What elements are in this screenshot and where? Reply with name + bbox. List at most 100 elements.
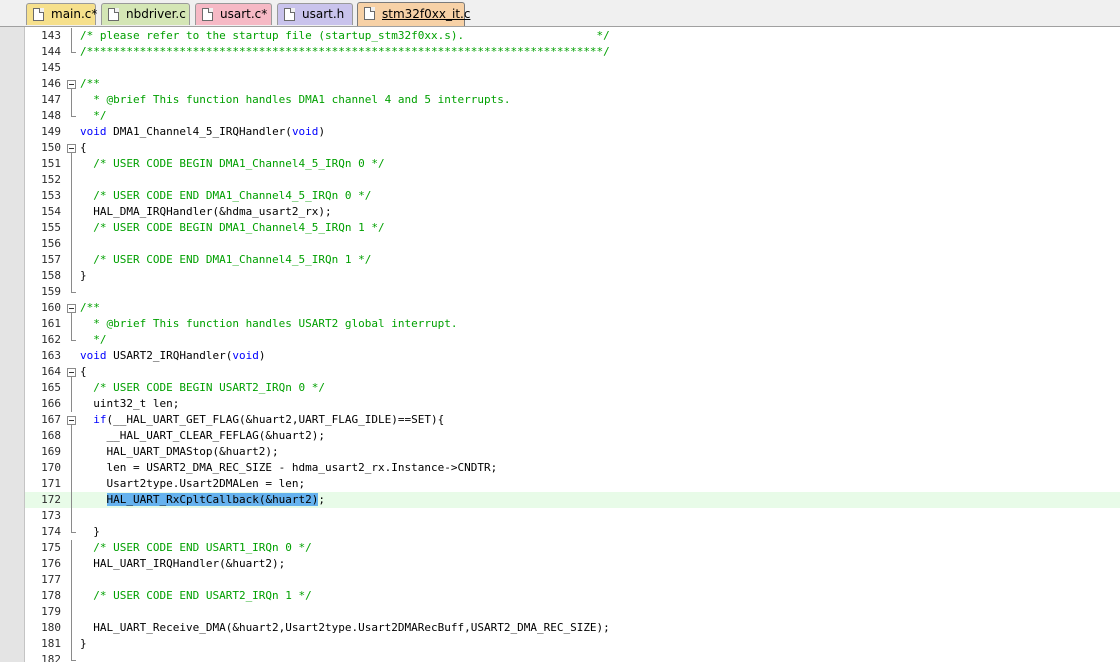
line-number: 167 bbox=[41, 413, 61, 426]
code-line[interactable]: 144 /************************************… bbox=[25, 44, 1120, 60]
fold-collapse-icon[interactable] bbox=[66, 76, 78, 92]
code-text[interactable]: HAL_UART_IRQHandler(&huart2); bbox=[80, 556, 285, 572]
code-text[interactable]: /***************************************… bbox=[80, 44, 610, 60]
code-text[interactable]: } bbox=[80, 636, 87, 652]
code-line[interactable]: 170 len = USART2_DMA_REC_SIZE - hdma_usa… bbox=[25, 460, 1120, 476]
code-line[interactable]: 166 uint32_t len; bbox=[25, 396, 1120, 412]
tab-main-c[interactable]: main.c* bbox=[26, 3, 97, 25]
code-text[interactable]: { bbox=[80, 364, 87, 380]
code-text[interactable]: /* USER CODE BEGIN DMA1_Channel4_5_IRQn … bbox=[80, 220, 384, 236]
code-area[interactable]: 143 /* please refer to the startup file (… bbox=[25, 27, 1120, 662]
code-line[interactable]: 167 if(__HAL_UART_GET_FLAG(&huart2,UART_… bbox=[25, 412, 1120, 428]
code-line[interactable]: 158} bbox=[25, 268, 1120, 284]
code-text[interactable]: /* USER CODE BEGIN USART2_IRQn 0 */ bbox=[80, 380, 325, 396]
code-text[interactable]: /* please refer to the startup file (sta… bbox=[80, 28, 610, 44]
code-line[interactable]: 156 bbox=[25, 236, 1120, 252]
code-text[interactable]: uint32_t len; bbox=[80, 396, 179, 412]
code-line[interactable]: 155 /* USER CODE BEGIN DMA1_Channel4_5_I… bbox=[25, 220, 1120, 236]
code-text[interactable]: void DMA1_Channel4_5_IRQHandler(void) bbox=[80, 124, 325, 140]
code-text[interactable]: Usart2type.Usart2DMALen = len; bbox=[80, 476, 305, 492]
code-line[interactable]: 153 /* USER CODE END DMA1_Channel4_5_IRQ… bbox=[25, 188, 1120, 204]
code-line[interactable]: 157 /* USER CODE END DMA1_Channel4_5_IRQ… bbox=[25, 252, 1120, 268]
tab-stm32f0xx-it-c[interactable]: stm32f0xx_it.c bbox=[357, 2, 470, 26]
code-token: } bbox=[80, 637, 87, 650]
tab-nbdriver-c[interactable]: nbdriver.c bbox=[101, 3, 190, 25]
code-text[interactable]: /** bbox=[80, 76, 100, 92]
code-line[interactable]: 160 /** bbox=[25, 300, 1120, 316]
code-text[interactable]: * @brief This function handles USART2 gl… bbox=[80, 316, 457, 332]
code-line[interactable]: 165 /* USER CODE BEGIN USART2_IRQn 0 */ bbox=[25, 380, 1120, 396]
code-line[interactable]: 154 HAL_DMA_IRQHandler(&hdma_usart2_rx); bbox=[25, 204, 1120, 220]
code-line[interactable]: 171 Usart2type.Usart2DMALen = len; bbox=[25, 476, 1120, 492]
code-line[interactable]: 178 /* USER CODE END USART2_IRQn 1 */ bbox=[25, 588, 1120, 604]
code-text[interactable]: /* USER CODE END DMA1_Channel4_5_IRQn 0 … bbox=[80, 188, 371, 204]
fold-line-marker bbox=[66, 460, 78, 476]
code-token: { bbox=[80, 365, 87, 378]
code-line[interactable]: 174 } bbox=[25, 524, 1120, 540]
code-line[interactable]: 182 bbox=[25, 652, 1120, 662]
code-line[interactable]: 173 bbox=[25, 508, 1120, 524]
code-token: HAL_DMA_IRQHandler(&hdma_usart2_rx); bbox=[80, 205, 332, 218]
code-text[interactable]: */ bbox=[80, 108, 106, 124]
code-line[interactable]: 164 { bbox=[25, 364, 1120, 380]
code-line[interactable]: 149 void DMA1_Channel4_5_IRQHandler(void) bbox=[25, 124, 1120, 140]
code-line[interactable]: 175 /* USER CODE END USART1_IRQn 0 */ bbox=[25, 540, 1120, 556]
fold-line-marker bbox=[66, 316, 78, 332]
code-line[interactable]: 151 /* USER CODE BEGIN DMA1_Channel4_5_I… bbox=[25, 156, 1120, 172]
code-line[interactable]: 176 HAL_UART_IRQHandler(&huart2); bbox=[25, 556, 1120, 572]
code-line[interactable]: 169 HAL_UART_DMAStop(&huart2); bbox=[25, 444, 1120, 460]
tab-usart-c[interactable]: usart.c* bbox=[195, 3, 272, 25]
code-text[interactable]: */ bbox=[80, 332, 106, 348]
code-text[interactable]: HAL_UART_Receive_DMA(&huart2,Usart2type.… bbox=[80, 620, 610, 636]
fold-collapse-icon[interactable] bbox=[66, 140, 78, 156]
code-line[interactable]: 145 bbox=[25, 60, 1120, 76]
line-number: 150 bbox=[41, 141, 61, 154]
code-line[interactable]: 148 */ bbox=[25, 108, 1120, 124]
code-text[interactable]: HAL_UART_RxCpltCallback(&huart2); bbox=[80, 492, 325, 508]
line-number: 147 bbox=[41, 93, 61, 106]
code-text[interactable]: HAL_DMA_IRQHandler(&hdma_usart2_rx); bbox=[80, 204, 332, 220]
line-number: 171 bbox=[41, 477, 61, 490]
code-text[interactable]: /* USER CODE END USART2_IRQn 1 */ bbox=[80, 588, 312, 604]
code-line[interactable]: 150 { bbox=[25, 140, 1120, 156]
code-text[interactable]: len = USART2_DMA_REC_SIZE - hdma_usart2_… bbox=[80, 460, 497, 476]
fold-line-marker bbox=[66, 188, 78, 204]
code-text[interactable]: __HAL_UART_CLEAR_FEFLAG(&huart2); bbox=[80, 428, 325, 444]
fold-collapse-icon[interactable] bbox=[66, 364, 78, 380]
code-line[interactable]: 177 bbox=[25, 572, 1120, 588]
line-number: 158 bbox=[41, 269, 61, 282]
code-line[interactable]: 161 * @brief This function handles USART… bbox=[25, 316, 1120, 332]
code-text[interactable]: /* USER CODE END DMA1_Channel4_5_IRQn 1 … bbox=[80, 252, 371, 268]
code-text[interactable]: * @brief This function handles DMA1 chan… bbox=[80, 92, 510, 108]
code-text[interactable]: { bbox=[80, 140, 87, 156]
code-text[interactable]: } bbox=[80, 268, 87, 284]
code-editor[interactable]: 143 /* please refer to the startup file (… bbox=[0, 27, 1120, 662]
code-line[interactable]: 162 */ bbox=[25, 332, 1120, 348]
code-line[interactable]: 168 __HAL_UART_CLEAR_FEFLAG(&huart2); bbox=[25, 428, 1120, 444]
code-text[interactable]: void USART2_IRQHandler(void) bbox=[80, 348, 265, 364]
code-text[interactable]: if(__HAL_UART_GET_FLAG(&huart2,UART_FLAG… bbox=[80, 412, 444, 428]
code-text[interactable]: } bbox=[80, 524, 100, 540]
code-line[interactable]: 163 void USART2_IRQHandler(void) bbox=[25, 348, 1120, 364]
comment-token: /* USER CODE BEGIN USART2_IRQn 0 */ bbox=[80, 381, 326, 394]
code-line[interactable]: 179 bbox=[25, 604, 1120, 620]
tab-usart-h[interactable]: usart.h bbox=[277, 3, 353, 25]
code-line[interactable]: 152 bbox=[25, 172, 1120, 188]
code-line[interactable]: 147 * @brief This function handles DMA1 … bbox=[25, 92, 1120, 108]
code-text[interactable]: HAL_UART_DMAStop(&huart2); bbox=[80, 444, 278, 460]
code-line[interactable]: 143 /* please refer to the startup file (… bbox=[25, 28, 1120, 44]
code-text[interactable]: /* USER CODE END USART1_IRQn 0 */ bbox=[80, 540, 312, 556]
comment-token: /* USER CODE END DMA1_Channel4_5_IRQn 1 … bbox=[80, 253, 372, 266]
code-line[interactable]: 172 HAL_UART_RxCpltCallback(&huart2); bbox=[25, 492, 1120, 508]
fold-collapse-icon[interactable] bbox=[66, 300, 78, 316]
code-line[interactable]: 159 bbox=[25, 284, 1120, 300]
code-text[interactable]: /** bbox=[80, 300, 100, 316]
code-line[interactable]: 181} bbox=[25, 636, 1120, 652]
fold-collapse-icon[interactable] bbox=[66, 412, 78, 428]
code-line[interactable]: 180 HAL_UART_Receive_DMA(&huart2,Usart2t… bbox=[25, 620, 1120, 636]
code-text[interactable]: /* USER CODE BEGIN DMA1_Channel4_5_IRQn … bbox=[80, 156, 384, 172]
code-line[interactable]: 146 /** bbox=[25, 76, 1120, 92]
code-token: ; bbox=[318, 493, 326, 506]
line-number: 155 bbox=[41, 221, 61, 234]
